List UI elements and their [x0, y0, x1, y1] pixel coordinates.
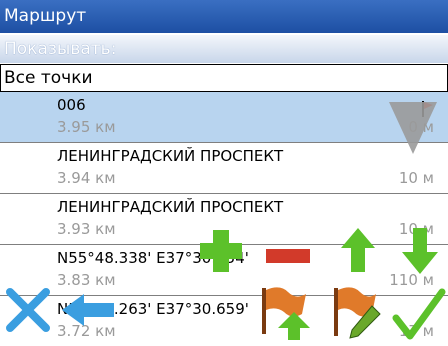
list-item-distance: 3.94 км	[57, 169, 116, 187]
list-item-distance: 3.95 км	[57, 118, 116, 136]
filter-label: Показывать:	[4, 39, 117, 59]
arrow-left-icon[interactable]	[60, 290, 116, 330]
check-icon[interactable]	[392, 288, 446, 342]
list-item-name: 006	[57, 96, 86, 114]
arrow-up-icon[interactable]	[339, 226, 377, 274]
arrow-down-icon[interactable]	[400, 226, 440, 276]
flag-up-icon[interactable]	[258, 284, 312, 342]
filter-label-bar: Показывать:	[0, 35, 448, 63]
filter-select[interactable]: Все точки	[0, 64, 448, 92]
triangle-down-icon[interactable]	[387, 100, 439, 156]
list-item-name: ЛЕНИНГРАДСКИЙ ПРОСПЕКТ	[57, 198, 284, 216]
minus-icon[interactable]	[264, 246, 312, 266]
list-item[interactable]: 006 3.95 км 0 м	[0, 92, 448, 143]
list-item-distance: 3.93 км	[57, 220, 116, 238]
plus-icon[interactable]	[198, 228, 244, 274]
title-bar: Маршрут	[0, 0, 448, 33]
list-item-name: ЛЕНИНГРАДСКИЙ ПРОСПЕКТ	[57, 147, 284, 165]
window-title: Маршрут	[4, 6, 87, 26]
filter-selected-value: Все точки	[4, 68, 93, 88]
list-item-segment: 10 м	[398, 169, 434, 187]
flag-edit-icon[interactable]	[330, 284, 384, 342]
list-item-distance: 3.83 км	[57, 271, 116, 289]
close-icon[interactable]	[6, 288, 50, 332]
list-item[interactable]: ЛЕНИНГРАДСКИЙ ПРОСПЕКТ 3.94 км 10 м	[0, 143, 448, 194]
